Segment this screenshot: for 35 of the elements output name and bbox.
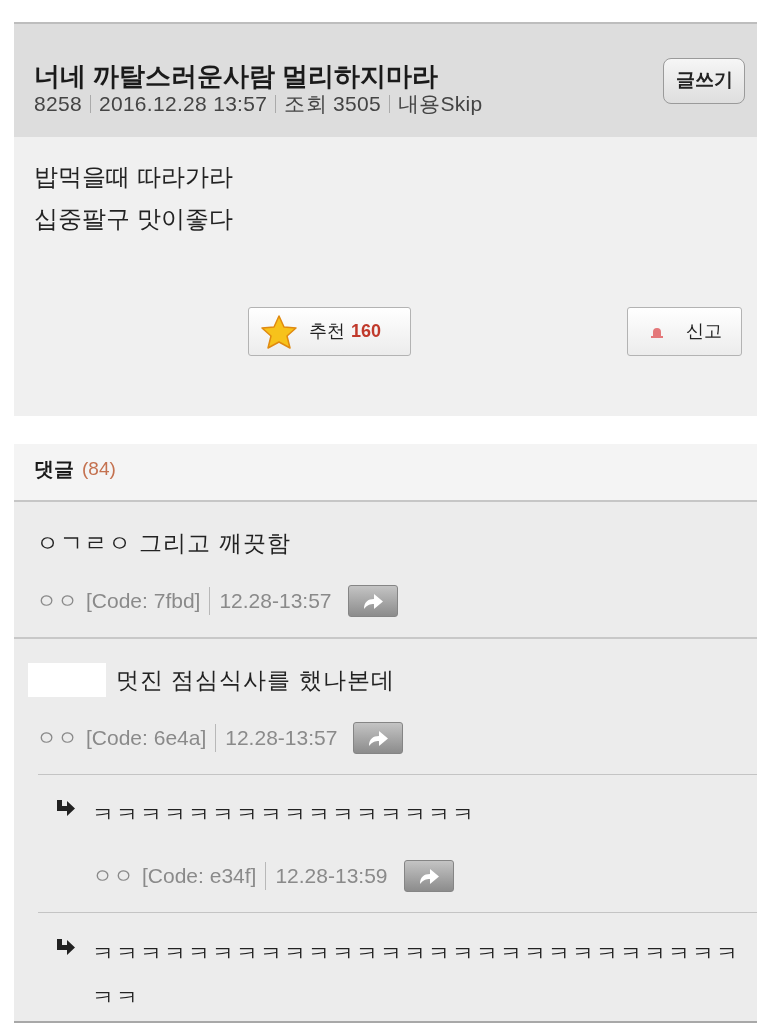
author-code: [Code: 7fbd] [86,588,201,614]
reply-arrow-icon [57,939,75,956]
report-button[interactable]: 신고 [627,307,742,356]
comment-time: 12.28-13:57 [219,588,332,614]
post-body-line: 십중팔구 맛이좋다 [34,204,234,234]
comment-count: (84) [82,456,116,481]
comment-text: ㅇㄱㄹㅇ 그리고 깨끗함 [36,529,291,558]
author-code: [Code: 6e4a] [86,725,207,751]
reply-button[interactable] [403,860,454,892]
comment-time: 12.28-13:57 [225,725,338,751]
post-body-line: 밥먹을때 따라가라 [34,162,234,192]
reply-button[interactable] [353,722,404,754]
recommend-button[interactable]: 추천 160 [248,307,411,356]
star-icon [261,314,297,349]
curved-arrow-icon [362,593,383,609]
author-name: ㅇㅇ [92,863,134,889]
reply-arrow-icon [57,800,75,817]
write-button[interactable]: 글쓰기 [663,57,745,104]
author-name: ㅇㅇ [36,725,78,751]
post-title: 너네 까탈스러운사람 멀리하지마라 [34,61,440,91]
reply-button[interactable] [347,585,398,617]
view-count: 조회 3505 [284,92,381,116]
reply-text: ㅋㅋㅋㅋㅋㅋㅋㅋㅋㅋㅋㅋㅋㅋㅋㅋㅋㅋㅋㅋㅋㅋㅋㅋㅋㅋㅋㅋㅋ [92,940,741,1012]
comment-time: 12.28-13:59 [275,863,388,889]
author-name: ㅇㅇ [36,588,78,614]
skip-link[interactable]: 내용Skip [397,92,483,116]
curved-arrow-icon [368,730,389,746]
post-number: 8258 [34,92,82,116]
comments-label: 댓글 [34,457,74,482]
author-code: [Code: e34f] [142,863,257,889]
reply-text: ㅋㅋㅋㅋㅋㅋㅋㅋㅋㅋㅋㅋㅋㅋㅋㅋ [92,801,476,829]
comment-text: 멋진 점심식사를 했나본데 [116,666,395,695]
curved-arrow-icon [418,868,439,884]
siren-icon [650,325,664,338]
post-date: 2016.12.28 13:57 [98,92,268,116]
